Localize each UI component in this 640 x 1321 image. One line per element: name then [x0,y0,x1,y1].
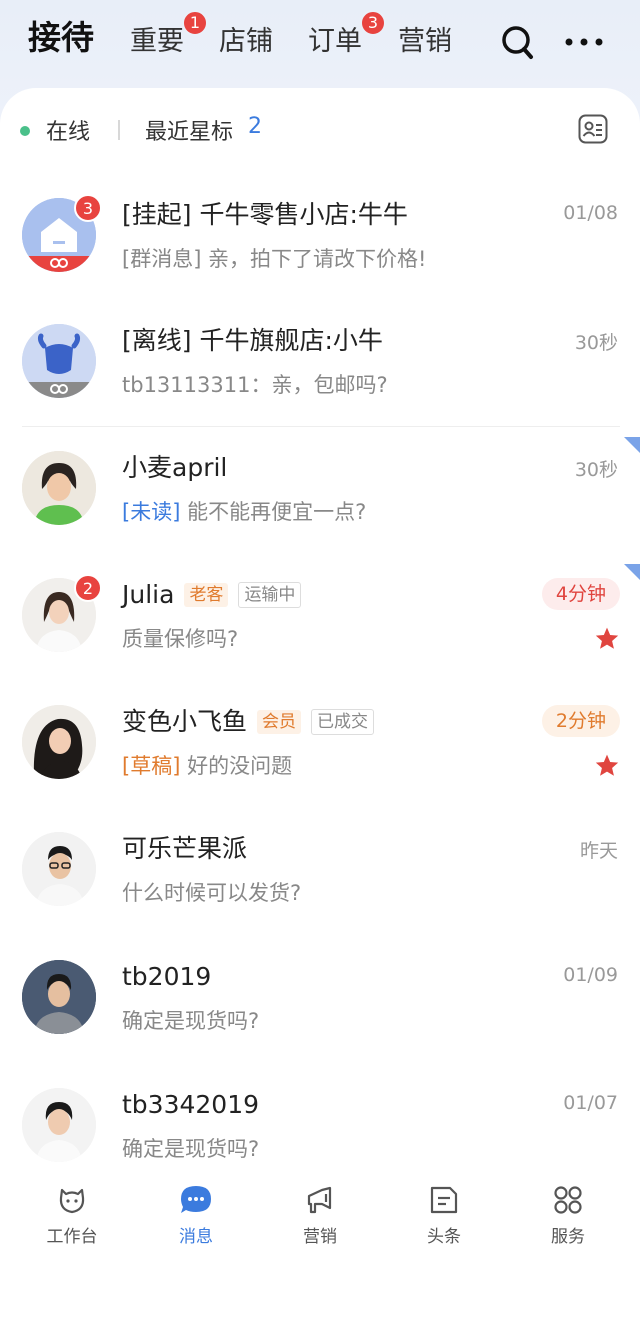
unread-prefix: [未读] [122,500,181,524]
message-preview: 确定是现货吗? [122,1137,260,1161]
star-icon[interactable] [594,753,620,779]
tab-store[interactable]: 店铺 [219,22,273,62]
message-time: 30秒 [574,332,618,354]
message-time: 昨天 [579,840,618,862]
cow-icon [22,324,96,398]
star-icon[interactable] [594,626,620,652]
contact-name-text: Julia [122,580,175,609]
status-bar: 在线 最近星标 2 [0,88,640,174]
workbench-icon [59,1188,85,1214]
starred-count: 2 [248,114,262,139]
conversation-row[interactable]: 变色小飞鱼 会员 已成交 2分钟 [草稿] 好的没问题 [0,705,640,831]
recent-starred-filter[interactable]: 最近星标 [145,114,233,146]
unread-badge: 1 [182,10,208,36]
contact-name: 小麦april [122,453,228,482]
person-photo [22,832,96,906]
message-preview: tb13113311：亲，包邮吗? [122,373,388,397]
contact-name: tb2019 [122,962,212,991]
contact-name: [挂起] 千牛零售小店:牛牛 [122,200,408,229]
message-preview: [群消息] 亲，拍下了请改下价格! [122,247,427,271]
contact-name: Julia 老客 运输中 [122,578,302,612]
preview-text: 好的没问题 [187,754,293,778]
conversation-panel: 在线 最近星标 2 3 [挂起] 千牛零售小店:牛牛 01/08 [群消息] 亲… [0,88,640,1168]
message-time: 30秒 [574,459,618,481]
bottom-navigation: 工作台 消息 营销 头条 服务 [0,1168,640,1321]
conversation-row[interactable]: 可乐芒果派 昨天 什么时候可以发货? [0,832,640,958]
online-status-toggle[interactable]: 在线 [46,114,90,146]
avatar [22,960,96,1034]
nav-marketing[interactable]: 营销 [270,1184,370,1247]
nav-label: 头条 [427,1227,461,1247]
section-divider [22,426,620,427]
nav-label: 营销 [303,1227,337,1247]
tab-label: 接待 [28,18,94,57]
conversation-row[interactable]: 小麦april 30秒 [未读] 能不能再便宜一点? [0,437,640,577]
customer-tag: 会员 [257,710,302,734]
tab-reception[interactable]: 接待 [28,18,94,58]
draft-prefix: [草稿] [122,754,181,778]
person-photo [22,960,96,1034]
person-photo [22,451,96,525]
more-icon[interactable] [565,38,603,46]
headline-icon [430,1186,458,1214]
tab-label: 重要 [130,26,184,57]
nav-messages[interactable]: 消息 [146,1184,246,1247]
unread-badge: 2 [74,574,102,602]
message-time: 2分钟 [541,705,620,737]
conversation-row[interactable]: 2 Julia 老客 运输中 4分钟 质量保修吗? [0,564,640,704]
order-status-tag: 运输中 [238,582,302,608]
tab-important[interactable]: 重要 1 [130,10,208,62]
search-icon[interactable] [500,24,534,60]
tab-marketing[interactable]: 营销 [398,22,452,62]
divider [118,120,120,140]
message-preview: [草稿] 好的没问题 [122,751,292,781]
unread-badge: 3 [74,194,102,222]
avatar [22,451,96,525]
nav-label: 消息 [179,1227,213,1247]
conversation-row[interactable]: 3 [挂起] 千牛零售小店:牛牛 01/08 [群消息] 亲，拍下了请改下价格! [0,194,640,324]
avatar [22,324,96,398]
conversation-row[interactable]: tb2019 01/09 确定是现货吗? [0,960,640,1086]
services-grid-icon [554,1186,582,1214]
pinned-corner-marker [624,437,640,453]
message-time: 01/09 [563,964,618,986]
message-preview: [未读] 能不能再便宜一点? [122,497,366,527]
nav-workbench[interactable]: 工作台 [22,1184,122,1247]
nav-headlines[interactable]: 头条 [394,1184,494,1247]
avatar [22,832,96,906]
nav-services[interactable]: 服务 [518,1184,618,1247]
top-tab-bar: 接待 重要 1 店铺 订单 3 营销 [0,0,640,88]
contact-card-icon[interactable] [578,114,608,144]
tab-label: 订单 [308,26,362,57]
unread-badge: 3 [360,10,386,36]
conversation-row[interactable]: [离线] 千牛旗舰店:小牛 30秒 tb13113311：亲，包邮吗? [0,324,640,450]
message-time: 01/07 [563,1092,618,1114]
tab-orders[interactable]: 订单 3 [308,10,386,62]
pinned-corner-marker [624,564,640,580]
message-preview: 什么时候可以发货? [122,881,302,905]
customer-tag: 老客 [184,583,229,607]
contact-name: tb3342019 [122,1090,260,1119]
message-preview: 确定是现货吗? [122,1009,260,1033]
nav-label: 工作台 [46,1227,98,1247]
tab-label: 店铺 [219,26,273,57]
person-photo [22,705,96,779]
megaphone-icon [307,1186,332,1214]
message-time: 4分钟 [541,578,620,610]
contact-name: 变色小飞鱼 会员 已成交 [122,705,375,739]
contact-name: [离线] 千牛旗舰店:小牛 [122,326,383,355]
message-icon [181,1186,211,1213]
contact-name-text: 变色小飞鱼 [122,707,248,736]
avatar [22,705,96,779]
preview-text: 能不能再便宜一点? [187,500,367,524]
nav-label: 服务 [551,1227,585,1247]
contact-name: 可乐芒果派 [122,834,248,863]
online-status-dot [20,126,30,136]
person-photo [22,1088,96,1162]
order-status-tag: 已成交 [311,709,375,735]
message-preview: 质量保修吗? [122,627,239,651]
avatar [22,1088,96,1162]
tab-label: 营销 [398,26,452,57]
message-time: 01/08 [563,202,618,224]
